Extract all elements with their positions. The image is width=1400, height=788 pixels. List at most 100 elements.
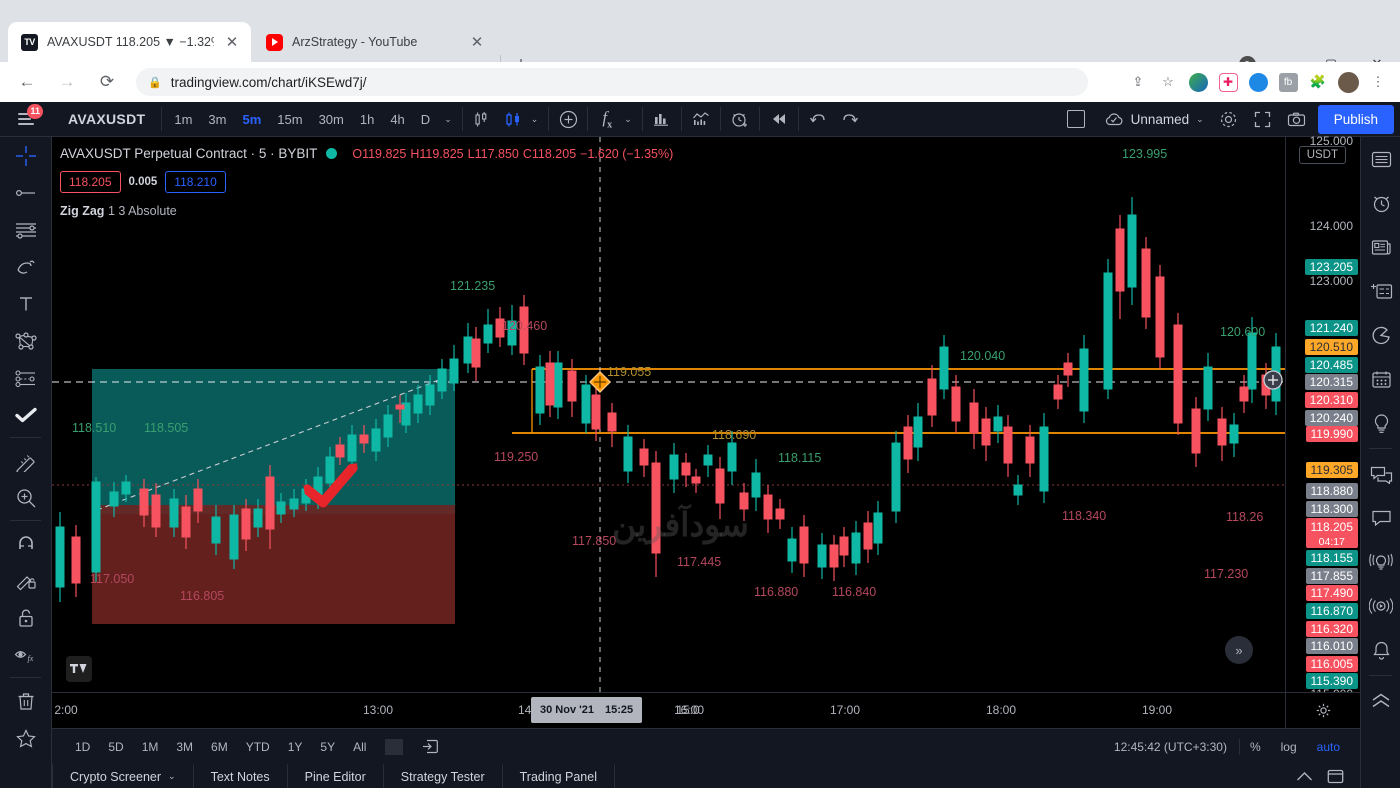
tab-pine-editor[interactable]: Pine Editor — [288, 764, 384, 788]
chevron-down-icon[interactable]: ⌄ — [624, 114, 638, 125]
range-YTD[interactable]: YTD — [237, 736, 279, 758]
percent-scale-button[interactable]: % — [1240, 740, 1271, 754]
medical-cross-extension-icon[interactable]: ✚ — [1214, 68, 1242, 96]
interval-D[interactable]: D — [413, 112, 438, 127]
replay-icon[interactable] — [764, 106, 794, 132]
plus-circle-icon[interactable] — [553, 106, 583, 132]
brush-icon[interactable] — [0, 248, 52, 285]
legend-title[interactable]: AVAXUSDT Perpetual Contract · 5 · BYBIT — [60, 146, 317, 161]
text-tool-icon[interactable] — [0, 285, 52, 322]
scroll-to-realtime-button[interactable]: » — [1225, 636, 1253, 664]
chevron-down-icon[interactable]: ⌄ — [168, 771, 176, 782]
crosshair-icon[interactable] — [0, 137, 52, 174]
news-icon[interactable] — [1361, 225, 1400, 269]
lock-drawings-icon[interactable] — [0, 599, 52, 636]
tab-strategy-tester[interactable]: Strategy Tester — [384, 764, 503, 788]
tab-trading-panel[interactable]: Trading Panel — [503, 764, 615, 788]
range-1M[interactable]: 1M — [133, 736, 168, 758]
reload-icon[interactable]: ⟳ — [90, 65, 124, 99]
buy-price-button[interactable]: 118.210 — [165, 171, 226, 193]
chevron-down-icon[interactable]: ⌄ — [531, 114, 545, 125]
save-layout-button[interactable]: Unnamed ⌄ — [1096, 112, 1212, 127]
auto-scale-button[interactable]: auto — [1307, 740, 1350, 754]
goto-date-icon[interactable] — [413, 734, 448, 759]
tab-crypto-screener[interactable]: Crypto Screener ⌄ — [52, 764, 194, 788]
forward-icon[interactable]: → — [50, 65, 84, 99]
line-chart-icon[interactable] — [686, 106, 716, 132]
interval-30m[interactable]: 30m — [311, 112, 352, 127]
close-icon[interactable]: ✕ — [468, 33, 486, 51]
address-bar[interactable]: 🔒 tradingview.com/chart/iKSEwd7j/ — [136, 68, 1088, 96]
interval-5m[interactable]: 5m — [234, 112, 269, 127]
zoom-in-icon[interactable] — [0, 479, 52, 516]
share-icon[interactable]: ⇪ — [1124, 68, 1152, 96]
tab-text-notes[interactable]: Text Notes — [194, 764, 288, 788]
drawing-mode-icon[interactable] — [0, 562, 52, 599]
chart-canvas[interactable]: سودآفرین 121.235 120.460 118.510 118.505… — [52, 137, 1285, 692]
price-axis[interactable]: 125.000 USDT 124.000 123.205 123.000 121… — [1285, 134, 1360, 701]
kebab-menu-icon[interactable]: ⋮ — [1364, 68, 1392, 96]
patterns-icon[interactable] — [0, 322, 52, 359]
layout-single-icon[interactable] — [1056, 106, 1096, 132]
interval-4h[interactable]: 4h — [382, 112, 412, 127]
range-6M[interactable]: 6M — [202, 736, 237, 758]
undo-icon[interactable] — [803, 106, 833, 132]
chevron-down-icon[interactable]: ⌄ — [438, 114, 458, 125]
public-chats-icon[interactable] — [1361, 452, 1400, 496]
interval-1m[interactable]: 1m — [166, 112, 200, 127]
back-icon[interactable]: ← — [10, 65, 44, 99]
browser-tab-youtube[interactable]: ArzStrategy - YouTube ✕ — [253, 22, 496, 62]
candles-icon[interactable] — [499, 106, 529, 132]
trend-line-icon[interactable] — [0, 174, 52, 211]
stream-icon[interactable] — [1361, 584, 1400, 628]
blue-play-extension-icon[interactable] — [1244, 68, 1272, 96]
ideas-icon[interactable] — [1361, 401, 1400, 445]
fib-retracement-icon[interactable] — [0, 211, 52, 248]
indicator-legend[interactable]: Zig Zag 1 3 Absolute — [60, 204, 673, 218]
gray-fb-extension-icon[interactable]: fb — [1274, 68, 1302, 96]
hotlist-icon[interactable] — [1361, 313, 1400, 357]
magnet-icon[interactable] — [0, 525, 52, 562]
alerts-icon[interactable] — [1361, 181, 1400, 225]
notifications-bell-icon[interactable] — [1361, 628, 1400, 672]
fx-icon[interactable]: fx — [592, 106, 622, 132]
redo-icon[interactable] — [835, 106, 865, 132]
bar-chart-icon[interactable] — [647, 106, 677, 132]
close-icon[interactable]: ✕ — [223, 33, 241, 51]
globe-extension-icon[interactable] — [1184, 68, 1212, 96]
maximize-panel-icon[interactable] — [1327, 769, 1344, 784]
watchlist-icon[interactable] — [1361, 137, 1400, 181]
range-1D[interactable]: 1D — [66, 736, 99, 758]
measure-ruler-icon[interactable] — [0, 442, 52, 479]
range-1Y[interactable]: 1Y — [279, 736, 312, 758]
symbol-button[interactable]: AVAXUSDT — [52, 107, 163, 131]
puzzle-icon[interactable]: 🧩 — [1304, 68, 1332, 96]
sell-price-button[interactable]: 118.205 — [60, 171, 121, 193]
interval-15m[interactable]: 15m — [269, 112, 310, 127]
calendar-icon[interactable] — [1361, 357, 1400, 401]
star-icon[interactable]: ☆ — [1154, 68, 1182, 96]
interval-1h[interactable]: 1h — [352, 112, 382, 127]
gear-icon[interactable] — [1212, 106, 1246, 132]
time-axis[interactable]: 2:00 13:00 15:0 30 Nov '21 15:25 16:00 1… — [52, 692, 1360, 728]
log-scale-button[interactable]: log — [1271, 740, 1307, 754]
prediction-icon[interactable] — [0, 359, 52, 396]
broadcast-icon[interactable] — [1361, 540, 1400, 584]
range-3M[interactable]: 3M — [167, 736, 202, 758]
private-chats-icon[interactable] — [1361, 496, 1400, 540]
data-window-icon[interactable] — [1361, 269, 1400, 313]
range-5Y[interactable]: 5Y — [311, 736, 344, 758]
chart-clock[interactable]: 12:45:42 (UTC+3:30) — [1114, 740, 1239, 754]
chevron-updown-icon[interactable] — [1361, 679, 1400, 723]
range-5D[interactable]: 5D — [99, 736, 132, 758]
fullscreen-icon[interactable] — [1246, 106, 1280, 132]
camera-icon[interactable] — [1280, 106, 1314, 132]
hide-drawings-icon[interactable]: fx — [0, 636, 52, 673]
main-menu-button[interactable]: 11 — [0, 102, 52, 137]
avatar[interactable] — [1334, 68, 1362, 96]
remove-drawings-icon[interactable] — [0, 682, 52, 719]
bar-style-icon[interactable] — [467, 106, 497, 132]
favorites-star-icon[interactable] — [0, 719, 52, 756]
browser-tab-tradingview[interactable]: TV AVAXUSDT 118.205 ▼ −1.32% U ✕ — [8, 22, 251, 62]
publish-button[interactable]: Publish — [1317, 104, 1394, 134]
